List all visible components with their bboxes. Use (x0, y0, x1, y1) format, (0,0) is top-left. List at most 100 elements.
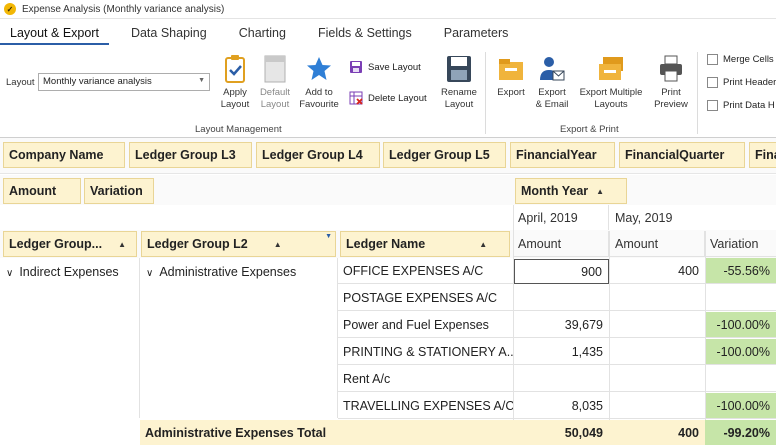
apply-layout-label: Apply Layout (220, 87, 250, 110)
save-layout-button[interactable]: Save Layout (349, 60, 421, 74)
amount-april-cell[interactable] (513, 366, 609, 392)
group-l1-label: Indirect Expenses (19, 265, 119, 279)
ribbon-panel: Layout Monthly variance analysis ▼ Apply… (0, 46, 776, 138)
default-layout-label: Default Layout (259, 87, 291, 110)
tab-fields-settings[interactable]: Fields & Settings (308, 26, 422, 45)
sort-ascending-icon: ▲ (118, 239, 126, 249)
print-data-checkbox[interactable]: Print Data H (707, 100, 775, 111)
chevron-down-icon: ▼ (198, 77, 205, 84)
amount-april-cell-selected[interactable]: 900 (514, 259, 609, 284)
amount-may-cell[interactable]: 400 (609, 258, 705, 284)
tab-parameters[interactable]: Parameters (434, 26, 519, 45)
print-header-checkbox[interactable]: Print Header (707, 77, 776, 88)
row-field-ledger-group-l2[interactable]: Ledger Group L2 ▲ ▼ (141, 231, 336, 257)
tab-data-shaping[interactable]: Data Shaping (121, 26, 217, 45)
ribbon-separator (697, 52, 698, 134)
filter-field-financial-year[interactable]: FinancialYear (510, 142, 615, 168)
amount-may-cell[interactable] (609, 393, 705, 419)
filter-field-truncated[interactable]: Fina (749, 142, 776, 168)
filter-field-ledger-group-l3[interactable]: Ledger Group L3 (129, 142, 252, 168)
total-amount-may-cell[interactable]: 400 (609, 420, 705, 445)
export-email-button[interactable]: Export & Email (533, 54, 571, 111)
variation-cell[interactable]: -100.00% (705, 339, 776, 365)
layout-dropdown[interactable]: Monthly variance analysis ▼ (38, 73, 210, 91)
row-field-ledger-name[interactable]: Ledger Name ▲ (340, 231, 510, 257)
app-logo-icon: ✓ (4, 3, 16, 15)
variation-cell[interactable] (705, 366, 776, 392)
amount-april-cell[interactable]: 39,679 (513, 312, 609, 338)
data-field-amount[interactable]: Amount (3, 178, 81, 204)
window-title: Expense Analysis (Monthly variance analy… (22, 3, 225, 15)
delete-grid-icon (349, 91, 363, 105)
filter-field-ledger-group-l4[interactable]: Ledger Group L4 (256, 142, 380, 168)
rename-layout-button[interactable]: Rename Layout (440, 54, 478, 111)
total-amount-april-cell[interactable]: 50,049 (513, 420, 609, 445)
row-field-ledger-group[interactable]: Ledger Group... ▲ (3, 231, 137, 257)
clipboard-check-icon (225, 55, 245, 83)
checkbox-box (707, 54, 718, 65)
export-button[interactable]: Export (494, 54, 528, 99)
save-layout-label: Save Layout (368, 61, 421, 73)
filter-icon[interactable]: ▼ (325, 233, 332, 240)
star-icon (307, 57, 331, 80)
amount-may-cell[interactable] (609, 285, 705, 311)
variation-cell[interactable] (705, 285, 776, 311)
sort-ascending-icon: ▲ (479, 239, 488, 249)
group-l1-cell: ∨ Indirect Expenses (0, 258, 140, 418)
add-favourite-button[interactable]: Add to Favourite (298, 54, 340, 111)
folder-export-icon (499, 59, 523, 80)
ledger-name-cell: TRAVELLING EXPENSES A/C (338, 393, 513, 419)
checkbox-box (707, 77, 718, 88)
amount-may-cell[interactable] (609, 366, 705, 392)
delete-layout-button[interactable]: Delete Layout (349, 91, 427, 105)
row-field-ledger-name-label: Ledger Name (346, 237, 426, 251)
merge-cells-checkbox[interactable]: Merge Cells (707, 54, 774, 65)
window-titlebar: ✓ Expense Analysis (Monthly variance ana… (0, 0, 776, 19)
amount-april-cell[interactable]: 1,435 (513, 339, 609, 365)
variation-cell[interactable]: -100.00% (705, 393, 776, 419)
layout-management-group-label: Layout Management (195, 124, 282, 135)
sort-ascending-icon: ▲ (273, 239, 282, 249)
chevron-down-icon[interactable]: ∨ (6, 268, 13, 279)
filter-field-company-name[interactable]: Company Name (3, 142, 125, 168)
printer-icon (660, 55, 682, 82)
ribbon-separator (485, 52, 486, 134)
ledger-name-cell: Rent A/c (338, 366, 513, 392)
value-header-variation: Variation (705, 231, 776, 257)
ledger-name-cell: OFFICE EXPENSES A/C (338, 258, 513, 284)
data-field-variation[interactable]: Variation (84, 178, 154, 204)
group-l1-row[interactable]: ∨ Indirect Expenses (6, 265, 119, 279)
amount-may-cell[interactable] (609, 312, 705, 338)
total-variation-cell[interactable]: -99.20% (705, 420, 776, 445)
tab-layout-export[interactable]: Layout & Export (0, 26, 109, 45)
grid-line (705, 231, 706, 445)
ledger-name-cell: POSTAGE EXPENSES A/C (338, 285, 513, 311)
group-l2-label: Administrative Expenses (159, 265, 297, 279)
value-header-amount-april: Amount (513, 231, 609, 257)
row-field-ledger-group-l2-label: Ledger Group L2 (147, 237, 248, 251)
group-l2-row[interactable]: ∨ Administrative Expenses (146, 265, 296, 279)
filter-field-financial-quarter[interactable]: FinancialQuarter (619, 142, 745, 168)
layout-dropdown-value: Monthly variance analysis (43, 76, 152, 87)
chevron-down-icon[interactable]: ∨ (146, 268, 153, 279)
amount-may-cell[interactable] (609, 339, 705, 365)
apply-layout-button[interactable]: Apply Layout (216, 54, 254, 111)
export-multiple-layouts-button[interactable]: Export Multiple Layouts (575, 54, 647, 111)
ledger-name-cell: PRINTING & STATIONERY A... (338, 339, 513, 365)
column-field-month-year[interactable]: Month Year ▲ (515, 178, 627, 204)
checkbox-box (707, 100, 718, 111)
print-preview-label: Print Preview (654, 87, 688, 110)
print-data-label: Print Data H (723, 100, 775, 111)
folders-icon (599, 57, 623, 80)
floppy-disk-icon (447, 56, 471, 82)
grid-line (513, 205, 514, 445)
print-preview-button[interactable]: Print Preview (652, 54, 690, 111)
variation-cell[interactable]: -100.00% (705, 312, 776, 338)
filter-field-ledger-group-l5[interactable]: Ledger Group L5 (383, 142, 506, 168)
amount-april-cell[interactable]: 8,035 (513, 393, 609, 419)
sort-ascending-icon: ▲ (596, 186, 605, 196)
tab-charting[interactable]: Charting (229, 26, 296, 45)
amount-april-cell[interactable] (513, 285, 609, 311)
variation-cell[interactable]: -55.56% (705, 258, 776, 284)
default-layout-button[interactable]: Default Layout (256, 54, 294, 111)
